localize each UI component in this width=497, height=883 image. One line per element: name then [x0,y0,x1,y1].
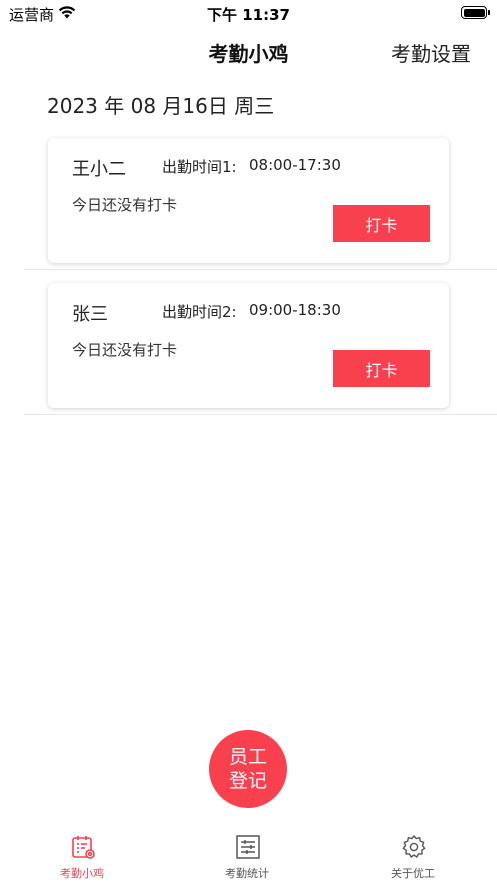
attendance-icon [72,836,95,859]
status-time: 下午 11:37 [207,6,290,24]
tab-label: 考勤小鸡 [60,867,104,880]
gear-icon [402,834,426,859]
employee-card: 张三 出勤时间2: 09:00-18:30 今日还没有打卡 打卡 [48,283,449,408]
battery-cap [488,10,490,15]
shift-label: 出勤时间2: [162,303,237,321]
employee-name: 王小二 [72,159,126,180]
employee-card: 王小二 出勤时间1: 08:00-17:30 今日还没有打卡 打卡 [48,138,449,263]
battery-icon [461,6,487,19]
attendance-settings-button[interactable]: 考勤设置 [391,38,471,67]
date-label: 2023 年 08 月16日 周三 [47,94,275,118]
employee-register-button[interactable]: 员工 登记 [209,730,287,808]
shift-time: 08:00-17:30 [249,156,341,174]
tab-statistics[interactable]: 考勤统计 [187,826,307,883]
divider [24,269,497,270]
divider [24,414,497,415]
shift-label: 出勤时间1: [162,158,237,176]
punch-in-button[interactable]: 打卡 [333,205,430,242]
tab-label: 关于优工 [391,867,435,880]
punch-status: 今日还没有打卡 [72,196,178,214]
statistics-icon [236,835,260,859]
punch-status: 今日还没有打卡 [72,341,178,359]
shift-time: 09:00-18:30 [249,301,341,319]
status-bar: 运营商 下午 11:37 [0,0,497,26]
punch-in-button[interactable]: 打卡 [333,350,430,387]
employee-name: 张三 [72,304,108,325]
screen: 运营商 下午 11:37 考勤小鸡 考勤设置 2023 年 08 月16日 周三… [0,0,497,883]
fab-label-line2: 登记 [228,770,267,792]
tab-about[interactable]: 关于优工 [353,826,473,883]
tab-label: 考勤统计 [225,867,269,880]
tab-bar: 考勤小鸡 考勤统计 关于优工 [0,826,497,883]
tab-attendance[interactable]: 考勤小鸡 [22,826,142,883]
fab-label-line1: 员工 [228,746,267,768]
